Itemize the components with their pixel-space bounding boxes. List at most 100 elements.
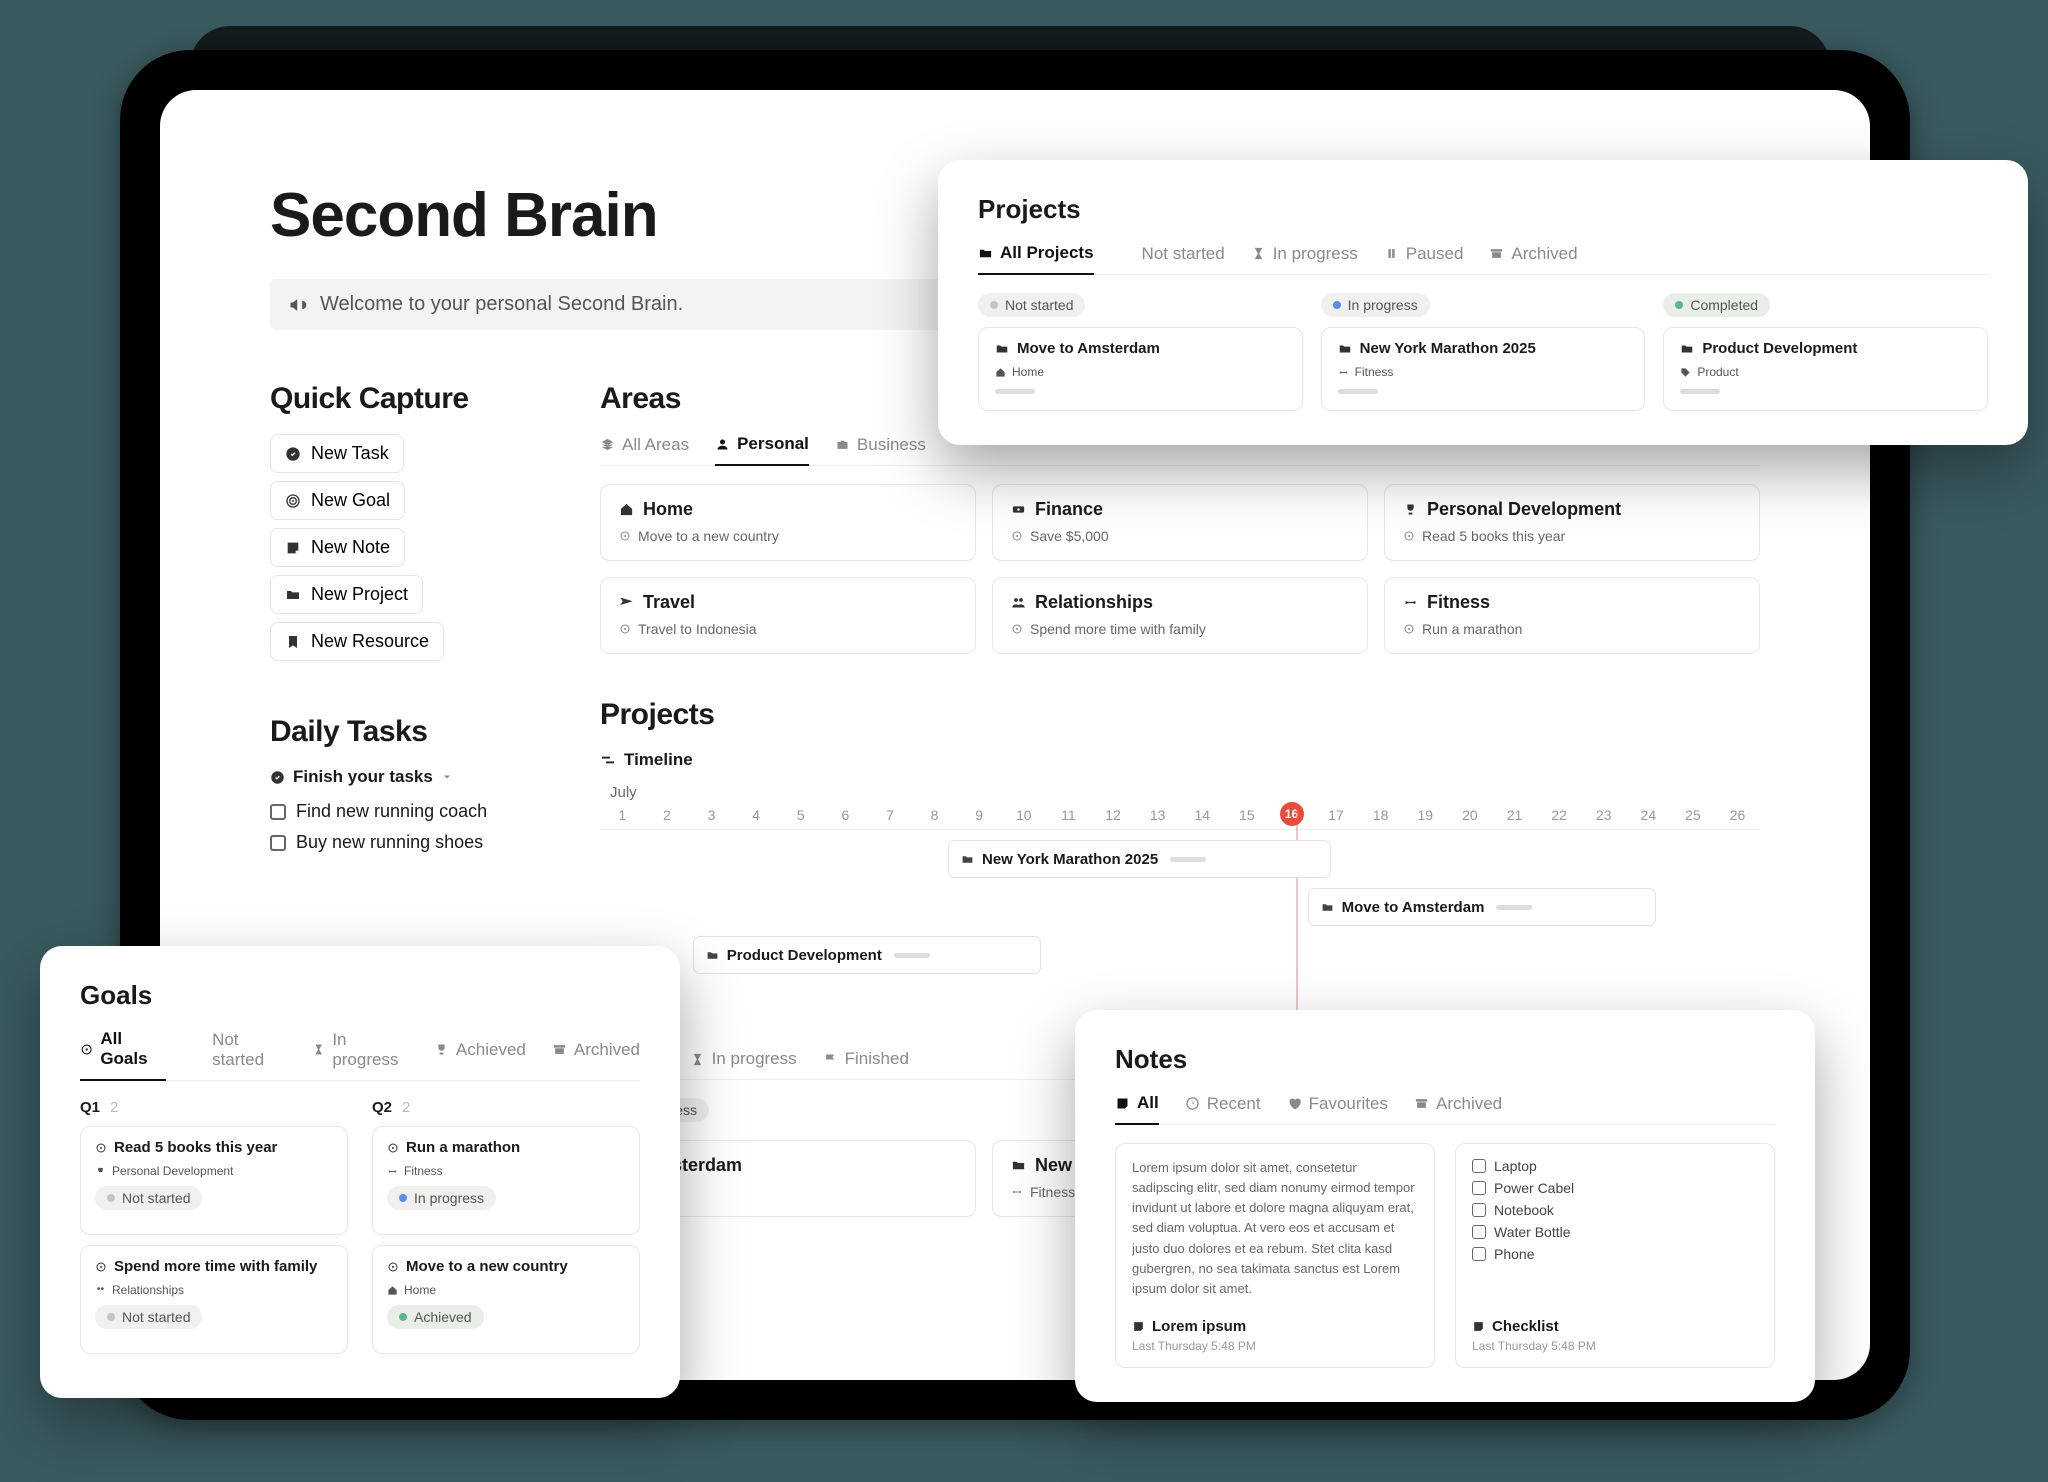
target-icon xyxy=(80,1042,93,1057)
timeline-day: 8 xyxy=(912,807,957,823)
area-card-home[interactable]: Home Move to a new country xyxy=(600,484,976,561)
note-timestamp: Last Thursday 5:48 PM xyxy=(1132,1339,1418,1353)
daily-tasks-heading: Daily Tasks xyxy=(270,715,550,749)
timeline-day: 26 xyxy=(1715,807,1760,823)
tab-archived[interactable]: Archived xyxy=(1489,243,1577,274)
timeline-day: 11 xyxy=(1046,807,1091,823)
hourglass-icon xyxy=(1251,246,1266,261)
tab-in-progress[interactable]: In progress xyxy=(690,1049,797,1079)
tab-business[interactable]: Business xyxy=(835,434,926,465)
timeline-day: 2 xyxy=(645,807,690,823)
plane-icon xyxy=(619,595,634,610)
tab-all-areas[interactable]: All Areas xyxy=(600,434,689,465)
status-pill: In progress xyxy=(1321,293,1430,317)
goals-popover: Goals All Goals Not started In progress … xyxy=(40,946,680,1398)
new-note-button[interactable]: New Note xyxy=(270,528,405,567)
pause-icon xyxy=(1384,246,1399,261)
task-item[interactable]: Find new running coach xyxy=(270,801,550,822)
folder-icon xyxy=(1321,901,1334,914)
tab-not-started[interactable]: Not started xyxy=(1120,243,1225,274)
target-icon xyxy=(387,1142,399,1154)
checkbox-icon[interactable] xyxy=(270,835,286,851)
goal-card[interactable]: Read 5 books this year Personal Developm… xyxy=(80,1126,348,1235)
flag-icon xyxy=(823,1052,838,1067)
status-pill: Completed xyxy=(1663,293,1770,317)
target-icon xyxy=(1403,623,1415,635)
new-resource-button[interactable]: New Resource xyxy=(270,622,444,661)
checkbox-icon[interactable] xyxy=(270,804,286,820)
quarter-label: Q12 xyxy=(80,1099,348,1116)
trophy-icon xyxy=(95,1166,106,1177)
checklist-item[interactable]: Power Cabel xyxy=(1472,1180,1758,1196)
asterisk-icon xyxy=(192,1042,205,1057)
check-circle-icon xyxy=(270,770,285,785)
popover-heading: Goals xyxy=(80,980,640,1011)
project-card[interactable]: Move to Amsterdam Home xyxy=(978,327,1303,411)
area-card-finance[interactable]: Finance Save $5,000 xyxy=(992,484,1368,561)
daily-group-toggle[interactable]: Finish your tasks xyxy=(270,767,550,787)
checklist-item[interactable]: Laptop xyxy=(1472,1158,1758,1174)
tab-archived[interactable]: Archived xyxy=(552,1029,640,1080)
target-icon xyxy=(619,623,631,635)
note-card[interactable]: Laptop Power Cabel Notebook Water Bottle… xyxy=(1455,1143,1775,1368)
target-icon xyxy=(95,1142,107,1154)
home-icon xyxy=(995,367,1006,378)
new-project-button[interactable]: New Project xyxy=(270,575,423,614)
tab-in-progress[interactable]: In progress xyxy=(1251,243,1358,274)
checklist-item[interactable]: Notebook xyxy=(1472,1202,1758,1218)
money-icon xyxy=(1011,502,1026,517)
briefcase-icon xyxy=(835,437,850,452)
note-body: Lorem ipsum dolor sit amet, consetetur s… xyxy=(1132,1158,1418,1308)
clock-icon xyxy=(1185,1096,1200,1111)
note-icon xyxy=(1472,1320,1485,1333)
area-card-travel[interactable]: Travel Travel to Indonesia xyxy=(600,577,976,654)
checklist-item[interactable]: Water Bottle xyxy=(1472,1224,1758,1240)
timeline-bar[interactable]: Product Development xyxy=(693,936,1041,974)
tab-archived[interactable]: Archived xyxy=(1414,1093,1502,1124)
tab-favourites[interactable]: Favourites xyxy=(1287,1093,1388,1124)
tab-all-notes[interactable]: All xyxy=(1115,1093,1159,1125)
timeline-day: 6 xyxy=(823,807,868,823)
goal-card[interactable]: Run a marathon Fitness In progress xyxy=(372,1126,640,1235)
person-icon xyxy=(715,437,730,452)
area-card-relationships[interactable]: Relationships Spend more time with famil… xyxy=(992,577,1368,654)
folder-icon xyxy=(1338,342,1352,356)
tab-achieved[interactable]: Achieved xyxy=(434,1029,526,1080)
note-card[interactable]: Lorem ipsum dolor sit amet, consetetur s… xyxy=(1115,1143,1435,1368)
timeline-day: 3 xyxy=(689,807,734,823)
people-icon xyxy=(1011,595,1026,610)
tab-paused[interactable]: Paused xyxy=(1384,243,1464,274)
target-icon xyxy=(619,530,631,542)
timeline-bar[interactable]: New York Marathon 2025 xyxy=(948,840,1331,878)
timeline-view-label[interactable]: Timeline xyxy=(600,750,1760,770)
tab-in-progress[interactable]: In progress xyxy=(312,1029,408,1080)
tab-finished[interactable]: Finished xyxy=(823,1049,909,1079)
goal-card[interactable]: Spend more time with family Relationship… xyxy=(80,1245,348,1354)
heart-icon xyxy=(1287,1096,1302,1111)
timeline-bar[interactable]: Move to Amsterdam xyxy=(1308,888,1656,926)
new-goal-button[interactable]: New Goal xyxy=(270,481,405,520)
archive-icon xyxy=(1414,1096,1429,1111)
goal-card[interactable]: Move to a new country Home Achieved xyxy=(372,1245,640,1354)
checklist-item[interactable]: Phone xyxy=(1472,1246,1758,1262)
new-task-button[interactable]: New Task xyxy=(270,434,404,473)
dumbbell-icon xyxy=(1403,595,1418,610)
tab-all-goals[interactable]: All Goals xyxy=(80,1029,166,1081)
tab-personal[interactable]: Personal xyxy=(715,434,809,466)
area-card-fitness[interactable]: Fitness Run a marathon xyxy=(1384,577,1760,654)
tab-not-started[interactable]: Not started xyxy=(192,1029,286,1080)
status-pill: In progress xyxy=(387,1186,496,1210)
task-item[interactable]: Buy new running shoes xyxy=(270,832,550,853)
target-icon xyxy=(387,1261,399,1273)
tab-all-projects[interactable]: All Projects xyxy=(978,243,1094,275)
area-card-personal-dev[interactable]: Personal Development Read 5 books this y… xyxy=(1384,484,1760,561)
tab-recent[interactable]: Recent xyxy=(1185,1093,1261,1124)
hourglass-icon xyxy=(690,1052,705,1067)
project-card[interactable]: New York Marathon 2025 Fitness xyxy=(1321,327,1646,411)
projects-popover: Projects All Projects Not started In pro… xyxy=(938,160,2028,445)
tag-icon xyxy=(1680,367,1691,378)
project-card[interactable]: Product Development Product xyxy=(1663,327,1988,411)
timeline-day: 19 xyxy=(1403,807,1448,823)
note-icon xyxy=(1115,1096,1130,1111)
progress-bar xyxy=(1338,389,1378,394)
